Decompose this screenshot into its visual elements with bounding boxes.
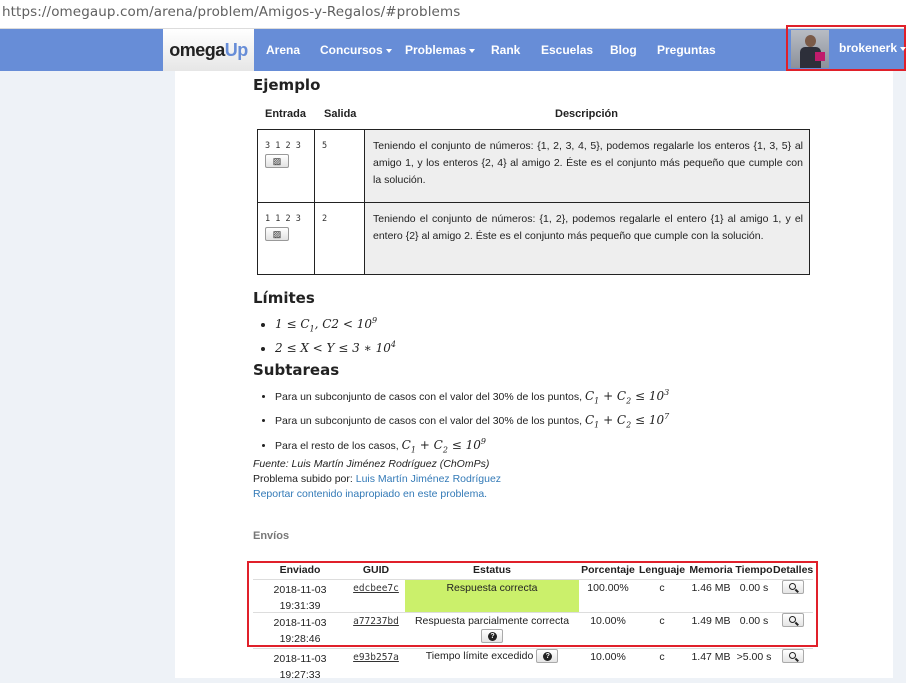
nav-problemas[interactable]: Problemas: [405, 29, 476, 71]
nav-concursos[interactable]: Concursos: [320, 29, 392, 71]
copy-input-button[interactable]: ▨: [265, 154, 289, 168]
example-table: 3 1 2 3 ▨ 5 Teniendo el conjunto de núme…: [257, 129, 810, 275]
example-input: 3 1 2 3: [265, 141, 301, 151]
section-ejemplo-title: Ejemplo: [253, 76, 321, 94]
nav-escuelas[interactable]: Escuelas: [541, 29, 593, 71]
question-icon: ?: [543, 652, 553, 661]
avatar[interactable]: [791, 30, 829, 68]
section-subtareas-title: Subtareas: [253, 361, 340, 379]
report-link[interactable]: Reportar contenido inapropiado en este p…: [253, 486, 487, 502]
nav-rank[interactable]: Rank: [491, 29, 520, 71]
submissions-title: Envíos: [253, 530, 290, 542]
nav-arena[interactable]: Arena: [266, 29, 300, 71]
copy-input-button[interactable]: ▨: [265, 227, 289, 241]
limit-item: 1 ≤ C1, C2 < 109: [275, 313, 396, 337]
submission-row: 2018-11-03 19:27:33 e93b257a Tiempo límit…: [253, 648, 813, 681]
subtasks-list: Para un subconjunto de casos con el valo…: [253, 385, 669, 458]
caret-down-icon: [385, 48, 392, 53]
example-output: 5: [322, 141, 328, 151]
caret-down-icon: [900, 46, 906, 51]
limits-list: 1 ≤ C1, C2 < 109 2 ≤ X < Y ≤ 3 ∗ 104: [253, 313, 396, 356]
example-description: Teniendo el conjunto de números: {1, 2, …: [373, 140, 803, 186]
example-description: Teniendo el conjunto de números: {1, 2},…: [373, 213, 803, 242]
header-salida: Salida: [324, 108, 357, 120]
highlight-box: [247, 561, 818, 647]
subtask-item: Para un subconjunto de casos con el valo…: [275, 385, 669, 409]
omegaup-logo[interactable]: omega Up: [163, 29, 254, 71]
url-bar[interactable]: https://omegaup.com/arena/problem/Amigos…: [0, 0, 906, 29]
section-limites-title: Límites: [253, 289, 315, 307]
example-row: 1 1 2 3 ▨ 2 Teniendo el conjunto de núme…: [258, 202, 809, 274]
subtask-item: Para el resto de los casos, C1 + C2 ≤ 10…: [275, 434, 669, 458]
example-row: 3 1 2 3 ▨ 5 Teniendo el conjunto de núme…: [258, 130, 809, 202]
url-text[interactable]: https://omegaup.com/arena/problem/Amigos…: [2, 4, 460, 20]
author-link[interactable]: Luis Martín Jiménez Rodríguez: [356, 473, 501, 485]
header-entrada: Entrada: [265, 108, 306, 120]
guid-link[interactable]: e93b257a: [353, 652, 399, 663]
uploaded-by: Problema subido por: Luis Martín Jiménez…: [253, 473, 502, 485]
username[interactable]: brokenerk: [839, 27, 906, 69]
user-menu[interactable]: brokenerk: [786, 25, 906, 71]
status-help-button[interactable]: ?: [536, 649, 559, 663]
status-cell: Tiempo límite excedido: [425, 649, 534, 662]
caret-down-icon: [469, 48, 476, 53]
example-input: 1 1 2 3: [265, 214, 301, 224]
details-button[interactable]: [782, 649, 804, 663]
nav-preguntas[interactable]: Preguntas: [657, 29, 716, 71]
example-output: 2: [322, 214, 328, 224]
subtask-item: Para un subconjunto de casos con el valo…: [275, 409, 669, 433]
limit-item: 2 ≤ X < Y ≤ 3 ∗ 104: [275, 337, 396, 356]
header-descripcion: Descripción: [555, 108, 618, 120]
nav-blog[interactable]: Blog: [610, 29, 637, 71]
top-navbar: omega Up Arena Concursos Problemas Rank E…: [0, 29, 906, 71]
search-icon: [789, 652, 796, 659]
source-text: Fuente: Luis Martín Jiménez Rodríguez (C…: [253, 458, 490, 470]
